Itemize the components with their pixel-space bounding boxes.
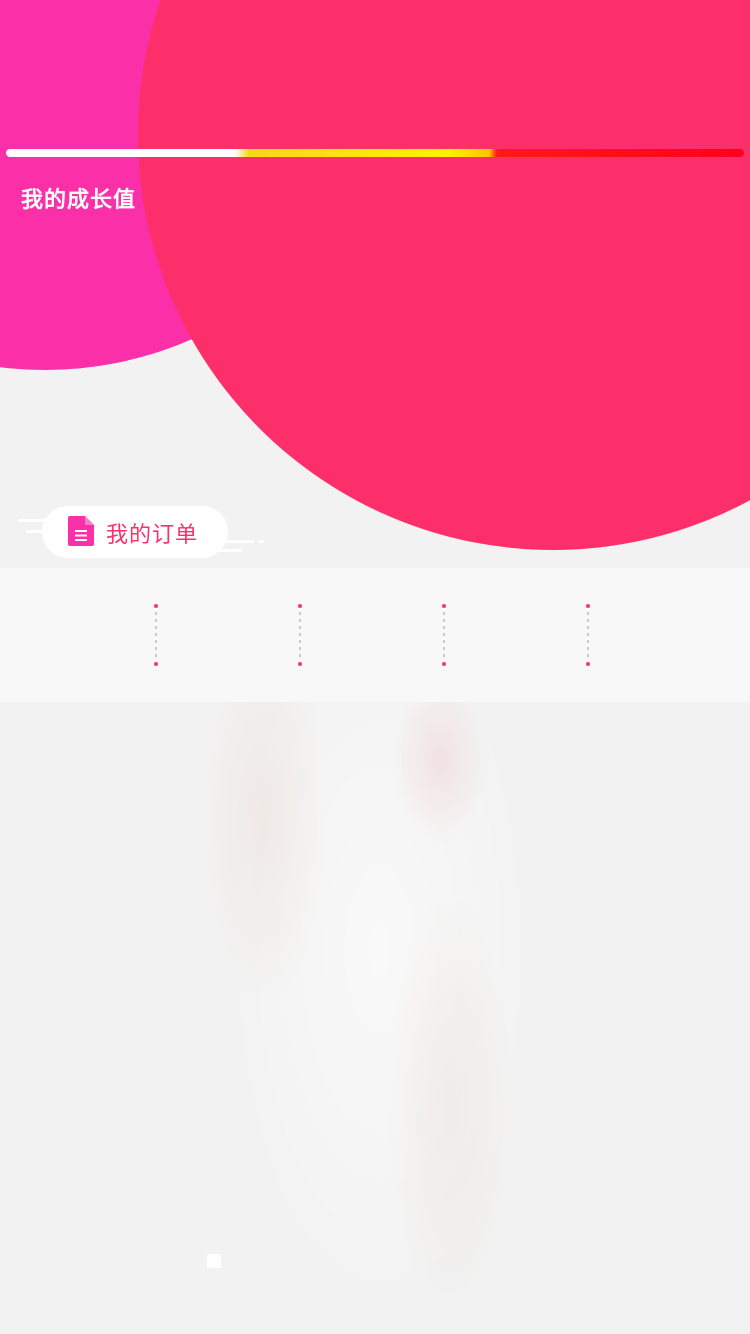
order-divider: [586, 604, 590, 666]
my-orders-label: 我的订单: [106, 523, 199, 548]
white-square-marker: [207, 1254, 221, 1268]
order-divider: [442, 604, 446, 666]
order-divider: [298, 604, 302, 666]
growth-value-label[interactable]: 我的成长值: [21, 182, 136, 214]
growth-progress-bar: [6, 149, 744, 157]
order-divider: [154, 604, 158, 666]
profile-page: 我的成长值 我的订单: [0, 0, 750, 1334]
document-icon: [68, 516, 94, 546]
speed-line: [258, 540, 264, 543]
my-orders-button[interactable]: 我的订单: [42, 506, 228, 558]
my-orders-header[interactable]: 我的订单: [18, 506, 268, 558]
order-status-strip: [0, 568, 750, 702]
